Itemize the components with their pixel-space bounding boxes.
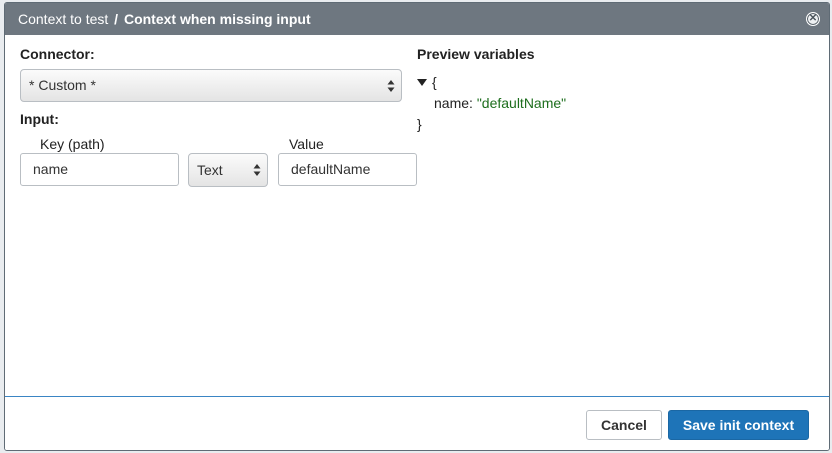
- input-label: Input:: [20, 111, 59, 127]
- type-selected-value: Text: [197, 162, 223, 178]
- select-arrows-icon: [387, 79, 395, 92]
- context-dialog: Context to test / Context when missing i…: [4, 2, 830, 451]
- connector-select[interactable]: * Custom *: [20, 69, 402, 102]
- connector-label: Connector:: [20, 46, 95, 62]
- preview-open-brace: {: [432, 74, 437, 90]
- close-icon[interactable]: ✕: [806, 12, 820, 26]
- breadcrumb: Context to test: [18, 11, 109, 27]
- breadcrumb-separator: /: [114, 11, 119, 27]
- key-column-header: Key (path): [40, 136, 105, 152]
- collapse-toggle-icon[interactable]: [417, 79, 427, 86]
- preview-tree: { name: "defaultName" }: [417, 72, 566, 135]
- dialog-footer: Cancel Save init context: [5, 396, 829, 450]
- type-select[interactable]: Text: [188, 153, 268, 187]
- preview-entry-value: "defaultName": [476, 95, 567, 111]
- preview-entry: name: "defaultName": [417, 93, 566, 114]
- save-init-context-button[interactable]: Save init context: [668, 410, 809, 440]
- dialog-title: Context when missing input: [123, 11, 311, 27]
- dialog-titlebar: Context to test / Context when missing i…: [5, 3, 829, 35]
- cancel-button[interactable]: Cancel: [586, 410, 662, 440]
- key-input[interactable]: name: [20, 153, 179, 186]
- preview-entry-key: name:: [434, 95, 473, 111]
- select-arrows-icon: [253, 164, 261, 176]
- connector-selected-value: * Custom *: [29, 77, 96, 93]
- value-column-header: Value: [289, 136, 324, 152]
- preview-root-line: {: [417, 72, 566, 93]
- value-input[interactable]: defaultName: [278, 153, 417, 186]
- preview-close-brace: }: [417, 116, 422, 132]
- preview-variables-label: Preview variables: [417, 46, 535, 62]
